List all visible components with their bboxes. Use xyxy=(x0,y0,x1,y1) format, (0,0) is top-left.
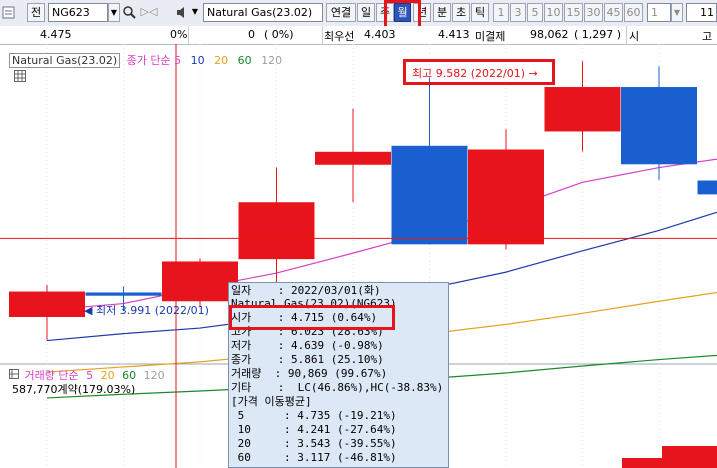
period-second-button[interactable]: 초 xyxy=(452,3,470,22)
vol-ma120-legend: 120 xyxy=(143,369,165,382)
volume-pct: ( 0%) xyxy=(264,28,294,41)
price-legend-ma-title: 종가 단순 xyxy=(126,54,171,67)
ma5-legend: 5 xyxy=(174,54,182,67)
link-button[interactable]: 연결 xyxy=(326,3,356,22)
candle-body xyxy=(85,292,162,296)
candle xyxy=(468,129,544,250)
tooltip-ma5: 5 : 4.735 (-19.21%) xyxy=(231,409,397,422)
grid-icon[interactable] xyxy=(14,70,26,85)
ma10-legend: 10 xyxy=(190,54,205,67)
candle xyxy=(162,258,238,307)
price-legend-product[interactable]: Natural Gas(23.02) xyxy=(9,53,121,68)
arrow-left-icon: ◀ xyxy=(84,304,93,317)
period-tick-button[interactable]: 틱 xyxy=(471,3,489,22)
interval-5-button[interactable]: 5 xyxy=(527,3,543,22)
interval-60-button[interactable]: 60 xyxy=(624,3,643,22)
interval-15-button[interactable]: 15 xyxy=(564,3,583,22)
volume-value: 0 xyxy=(248,28,255,41)
low-marker-label: ◀ 최저 3.991 (2022/01) xyxy=(84,302,209,318)
market-selector-button[interactable]: 전 xyxy=(27,3,45,22)
last-price: 4.475 xyxy=(40,28,72,41)
product-code-field[interactable]: NG623 xyxy=(48,3,108,22)
speaker-icon[interactable] xyxy=(175,3,189,22)
speaker-dropdown-icon[interactable]: ▼ xyxy=(190,3,200,22)
tooltip-close: 종가 : 5.861 (25.10%) xyxy=(231,353,384,366)
open-interest-change: ( 1,297 ) xyxy=(574,28,622,41)
volume-value-text: 587,770계약(179.03%) xyxy=(12,383,136,396)
ma120-legend: 120 xyxy=(261,54,283,67)
tooltip-other: 기타 : LC(46.86%),HC(-38.83%) xyxy=(231,381,444,394)
change-pct: 0% xyxy=(170,28,188,41)
tooltip-low: 저가 : 4.639 (-0.98%) xyxy=(231,339,384,352)
interval-3-button[interactable]: 3 xyxy=(510,3,526,22)
candle-body xyxy=(238,202,315,260)
tooltip-volume: 거래량 : 90,869 (99.67%) xyxy=(231,367,388,380)
chevron-down-icon[interactable]: ▼ xyxy=(108,3,120,22)
candle-body xyxy=(9,291,85,317)
best-ask-label: 최우선 xyxy=(324,30,355,43)
ma20-legend: 20 xyxy=(214,54,229,67)
open-interest-value: 98,062 xyxy=(530,28,569,41)
count-dropdown-icon[interactable]: ▼ xyxy=(671,3,683,22)
interval-10-button[interactable]: 10 xyxy=(544,3,563,22)
tooltip-ma-header: [가격 이동평균] xyxy=(231,395,312,408)
tooltip-ma10: 10 : 4.241 (-27.64%) xyxy=(231,423,397,436)
count-value-field[interactable]: 11 xyxy=(686,3,717,22)
candle-body xyxy=(468,149,544,245)
candle xyxy=(544,61,621,152)
high-label: 고 xyxy=(702,30,713,43)
ma60-legend: 60 xyxy=(237,54,252,67)
open-label: 시 xyxy=(629,30,640,43)
candle xyxy=(391,77,468,245)
tooltip-date: 일자 : 2022/03/01(화) xyxy=(231,284,381,297)
best-ask-value: 4.403 xyxy=(364,28,396,41)
best-bid-value: 4.413 xyxy=(438,28,470,41)
period-minute-button[interactable]: 분 xyxy=(433,3,451,22)
candle-body xyxy=(391,145,468,245)
search-icon[interactable] xyxy=(122,3,136,22)
interval-1-button[interactable]: 1 xyxy=(493,3,509,22)
candle-body xyxy=(621,87,697,165)
candle-body xyxy=(315,151,391,165)
open-price-highlight xyxy=(229,305,395,330)
arrow-right-icon: → xyxy=(528,67,538,80)
chart-menu-icon[interactable] xyxy=(2,3,16,22)
quote-infobar: 4.475 0% 0 ( 0%) 최우선 4.403 4.413 미결제 98,… xyxy=(0,26,717,45)
tooltip-ma60: 60 : 3.117 (-46.81%) xyxy=(231,451,397,464)
interval-45-button[interactable]: 45 xyxy=(604,3,623,22)
volume-bars xyxy=(622,446,717,468)
count-field[interactable]: 1 xyxy=(647,3,671,22)
product-name-field: Natural Gas(23.02) xyxy=(203,3,323,22)
high-marker-text: 최고 9.582 (2022/01) xyxy=(412,67,526,80)
high-marker-label: 최고 9.582 (2022/01) → xyxy=(412,65,538,81)
volume-bar xyxy=(662,446,717,468)
low-marker-text: 최저 3.991 (2022/01) xyxy=(95,304,209,317)
candle-body xyxy=(544,87,621,132)
price-legend: Natural Gas(23.02) 종가 단순 5 10 20 60 120 xyxy=(9,52,282,68)
tooltip-ma20: 20 : 3.543 (-39.55%) xyxy=(231,437,397,450)
open-interest-label: 미결제 xyxy=(475,30,506,43)
interval-30-button[interactable]: 30 xyxy=(584,3,603,22)
candle-body xyxy=(162,261,238,302)
toolbar: 전 NG623 ▼ ▷◁ ▼ Natural Gas(23.02) 연결 일 주… xyxy=(0,0,717,27)
prev-next-icon[interactable]: ▷◁ xyxy=(138,3,160,22)
candle xyxy=(621,66,697,181)
candle-body xyxy=(697,180,717,195)
period-day-button[interactable]: 일 xyxy=(357,3,375,22)
candle xyxy=(9,285,85,341)
candle xyxy=(315,108,391,203)
candle xyxy=(697,180,717,195)
